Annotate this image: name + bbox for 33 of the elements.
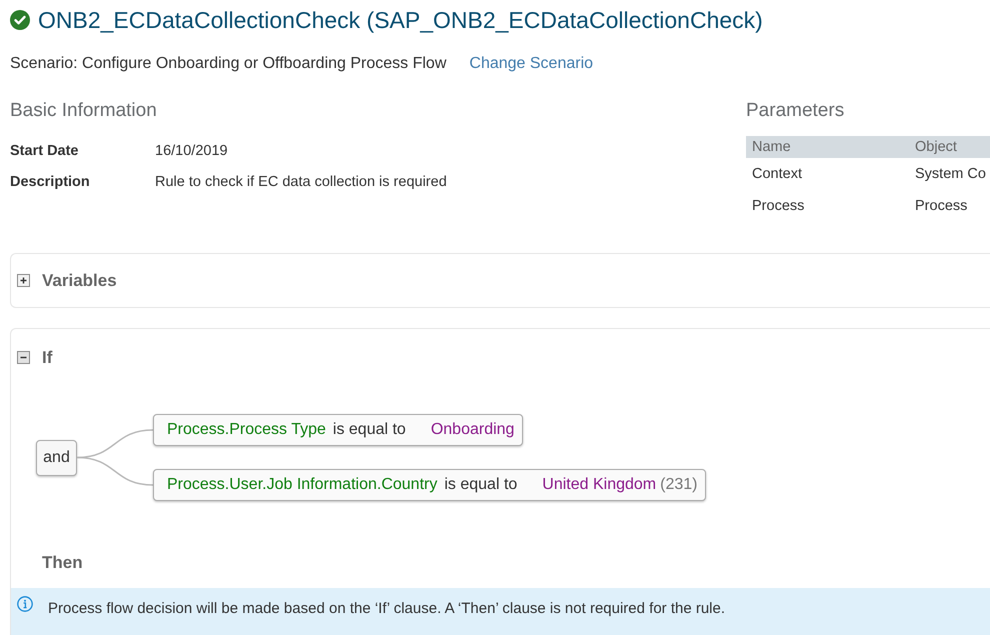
condition-field: Process.User.Job Information.Country <box>167 476 438 494</box>
field-label: Description <box>10 174 91 190</box>
scenario-text: Scenario: Configure Onboarding or Offboarding Process Flow <box>10 55 446 73</box>
condition-field: Process.Process Type <box>167 421 326 439</box>
condition-node[interactable]: Process.User.Job Information.Country is equal to United Kingdom (231) <box>153 469 706 501</box>
condition-operator: is equal to <box>332 421 406 439</box>
field-value: 16/10/2019 <box>155 143 228 159</box>
condition-node[interactable]: Process.Process Type is equal to Onboarding <box>153 414 524 446</box>
section-heading: Parameters <box>746 99 846 123</box>
value-code: (231) <box>660 476 698 494</box>
operator-node[interactable]: and <box>36 440 77 476</box>
change-scenario-link[interactable]: Change Scenario <box>469 55 594 73</box>
panel-title: Variables <box>42 270 117 290</box>
table-cell-text: System Co <box>914 165 987 184</box>
plus-icon[interactable] <box>17 274 30 287</box>
condition-operator: is equal to <box>444 476 518 494</box>
minus-icon[interactable] <box>17 351 30 364</box>
condition-value: United Kingdom <box>542 476 656 494</box>
page-title: ONB2_ECDataCollectionCheck (SAP_ONB2_ECDataCollectionCheck) <box>38 6 763 34</box>
field-value: Rule to check if EC data collection is required <box>155 174 447 190</box>
info-icon <box>17 596 33 612</box>
table-header-cell: Object <box>909 136 990 158</box>
panel-title: If <box>42 348 52 368</box>
condition-value: Onboarding <box>430 421 514 439</box>
table-cell-text: Process <box>751 197 806 216</box>
table-header-cell: Name <box>746 136 909 158</box>
check-circle-icon <box>10 10 30 30</box>
info-message-text: Process flow decision will be made based on the ‘If’ clause. A ‘Then’ clause is not required for the rule. <box>48 599 726 619</box>
table-cell-text: Context <box>751 165 803 184</box>
field-label: Start Date <box>10 143 80 159</box>
section-heading: Basic Information <box>10 99 158 123</box>
table-cell-text: Process <box>914 197 968 216</box>
then-heading: Then <box>41 553 84 573</box>
